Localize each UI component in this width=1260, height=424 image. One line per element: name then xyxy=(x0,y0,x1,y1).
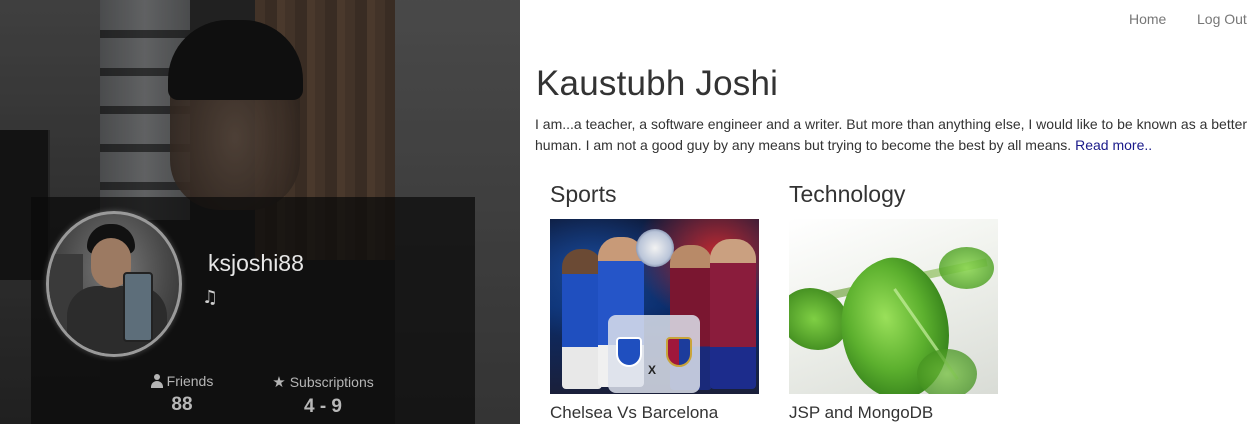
thumb-player xyxy=(710,239,756,389)
user-icon xyxy=(150,374,163,388)
champions-league-ball xyxy=(636,229,674,267)
post-title[interactable]: Chelsea Vs Barcelona xyxy=(550,403,718,423)
category-technology: Technology JSP and MongoDB xyxy=(789,181,999,422)
post-title[interactable]: JSP and MongoDB xyxy=(789,403,933,423)
profile-cover: ksjoshi88 ♫ Friends 88 ★ Subscriptions 4… xyxy=(0,0,520,424)
leaf-small xyxy=(917,349,977,394)
friends-stat[interactable]: Friends 88 xyxy=(143,373,221,416)
nav-logout-link[interactable]: Log Out xyxy=(1197,11,1247,27)
friends-count: 88 xyxy=(171,394,193,415)
avatar-phone xyxy=(123,272,153,342)
chelsea-crest xyxy=(616,337,642,367)
subscriptions-count: 4 - 9 xyxy=(303,396,343,417)
match-badge: X xyxy=(608,315,700,393)
subscriptions-stat[interactable]: ★ Subscriptions 4 - 9 xyxy=(267,373,379,418)
nav-home-link[interactable]: Home xyxy=(1129,11,1166,27)
star-icon: ★ xyxy=(272,373,286,391)
barcelona-crest xyxy=(666,337,692,367)
friends-label: Friends xyxy=(166,373,214,389)
technology-post-thumbnail[interactable] xyxy=(789,219,998,394)
music-note-icon[interactable]: ♫ xyxy=(202,287,218,308)
category-title[interactable]: Sports xyxy=(550,181,760,208)
profile-card: ksjoshi88 ♫ Friends 88 ★ Subscriptions 4… xyxy=(31,197,475,424)
username: ksjoshi88 xyxy=(208,250,304,276)
versus-mark: X xyxy=(648,363,657,377)
avatar[interactable] xyxy=(46,211,182,357)
bio-paragraph: I am...a teacher, a software engineer an… xyxy=(535,114,1260,156)
leaf-small xyxy=(939,247,994,289)
thumb-player xyxy=(562,249,602,389)
subscriptions-label: Subscriptions xyxy=(289,374,374,390)
category-title[interactable]: Technology xyxy=(789,181,999,208)
profile-name-heading: Kaustubh Joshi xyxy=(536,64,779,103)
read-more-link[interactable]: Read more.. xyxy=(1075,137,1152,153)
category-sports: Sports X Chelsea Vs Barcelona xyxy=(550,181,760,422)
sports-post-thumbnail[interactable]: X xyxy=(550,219,759,394)
